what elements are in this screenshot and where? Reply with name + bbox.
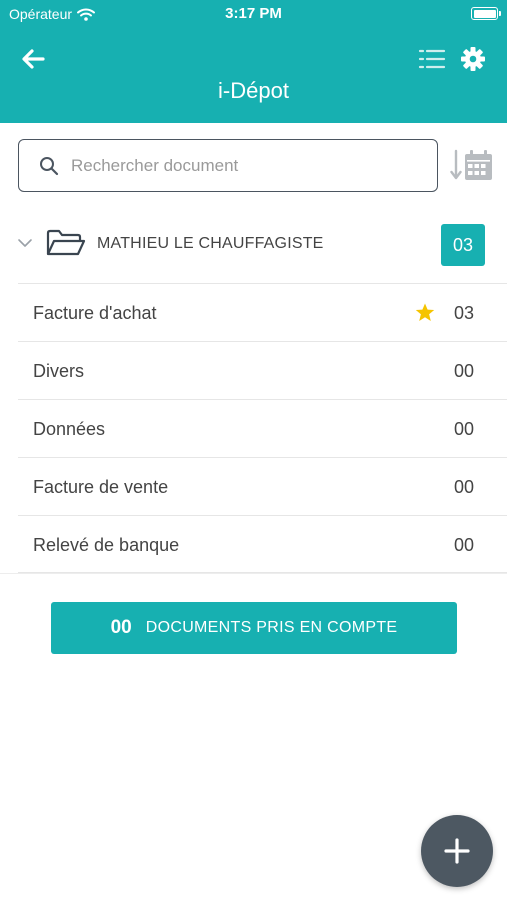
- list-item-count: 00: [453, 535, 474, 555]
- category-list: Facture d'achat 03 Divers 00 Données 00 …: [18, 283, 507, 573]
- list-item-label: Facture d'achat: [33, 303, 157, 323]
- list-item-donnees[interactable]: Données 00: [18, 399, 507, 457]
- list-item-label: Données: [33, 419, 106, 439]
- documents-taken-button[interactable]: 00 DOCUMENTS PRIS EN COMPTE: [51, 602, 457, 654]
- search-icon: [40, 156, 59, 175]
- list-view-button[interactable]: [417, 44, 447, 74]
- star-icon[interactable]: [415, 303, 435, 322]
- sort-by-date-button[interactable]: [448, 146, 496, 184]
- documents-count: 00: [110, 617, 132, 638]
- search-field[interactable]: [18, 139, 438, 192]
- list-icon: [418, 49, 446, 69]
- folder-count-badge: 03: [441, 224, 485, 266]
- folder-row[interactable]: MATHIEU LE CHAUFFAGISTE 03: [0, 215, 507, 275]
- app-header: Opérateur 3:17 PM i-Dépot: [0, 0, 507, 123]
- folder-name: MATHIEU LE CHAUFFAGISTE: [97, 235, 324, 252]
- list-item-label: Facture de vente: [33, 477, 169, 497]
- documents-label: DOCUMENTS PRIS EN COMPTE: [145, 619, 398, 636]
- list-item-releve-banque[interactable]: Relevé de banque 00: [18, 515, 507, 573]
- list-item-label: Relevé de banque: [33, 535, 180, 555]
- list-item-count: 00: [453, 419, 474, 439]
- divider: [0, 573, 507, 574]
- settings-button[interactable]: [458, 44, 488, 74]
- sort-calendar-icon: [450, 149, 492, 180]
- plus-icon: [444, 838, 470, 864]
- list-item-facture-vente[interactable]: Facture de vente 00: [18, 457, 507, 515]
- gear-icon: [461, 47, 485, 71]
- list-item-facture-achat[interactable]: Facture d'achat 03: [18, 283, 507, 341]
- list-item-label: Divers: [33, 361, 85, 381]
- search-input[interactable]: [71, 155, 411, 176]
- chevron-down-icon[interactable]: [17, 238, 33, 248]
- status-bar: Opérateur 3:17 PM: [0, 0, 507, 30]
- list-item-count: 00: [453, 361, 474, 381]
- list-item-count: 00: [453, 477, 474, 497]
- clock: 3:17 PM: [225, 5, 282, 22]
- folder-open-icon: [46, 229, 86, 256]
- back-button[interactable]: [18, 44, 48, 74]
- back-arrow-icon: [22, 49, 45, 69]
- list-item-divers[interactable]: Divers 00: [18, 341, 507, 399]
- page-title: i-Dépot: [218, 78, 289, 103]
- battery-icon: [471, 7, 501, 20]
- add-document-button[interactable]: [421, 815, 493, 887]
- list-item-count: 03: [453, 303, 474, 323]
